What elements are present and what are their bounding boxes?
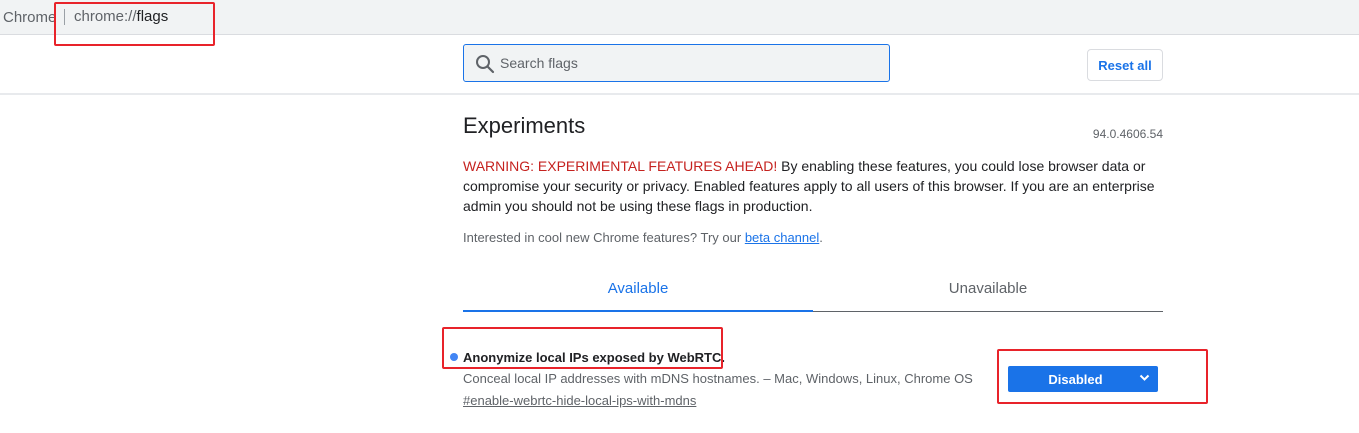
warning-message: WARNING: EXPERIMENTAL FEATURES AHEAD! By…: [463, 156, 1163, 216]
version-label: 94.0.4606.54: [1092, 127, 1163, 141]
beta-promo-prefix: Interested in cool new Chrome features? …: [463, 230, 745, 245]
annotation-box-flag: [442, 327, 723, 369]
annotation-box-select: [997, 349, 1208, 404]
beta-channel-link[interactable]: beta channel: [745, 230, 819, 245]
page-title: Experiments: [463, 113, 586, 138]
reset-all-button[interactable]: Reset all: [1087, 49, 1163, 81]
beta-promo: Interested in cool new Chrome features? …: [463, 230, 823, 245]
flag-permalink[interactable]: #enable-webrtc-hide-local-ips-with-mdns: [463, 393, 696, 408]
tab-available[interactable]: Available: [463, 266, 813, 312]
tab-unavailable[interactable]: Unavailable: [813, 266, 1163, 312]
search-icon: [476, 55, 495, 74]
flag-description: Conceal local IP addresses with mDNS hos…: [463, 371, 973, 386]
annotation-box-url: [54, 2, 215, 46]
search-box[interactable]: [463, 44, 890, 82]
warning-highlight: WARNING: EXPERIMENTAL FEATURES AHEAD!: [463, 158, 778, 174]
omnibox-chip: Chrome: [3, 9, 57, 26]
search-input[interactable]: [500, 46, 880, 80]
beta-promo-suffix: .: [819, 230, 823, 245]
